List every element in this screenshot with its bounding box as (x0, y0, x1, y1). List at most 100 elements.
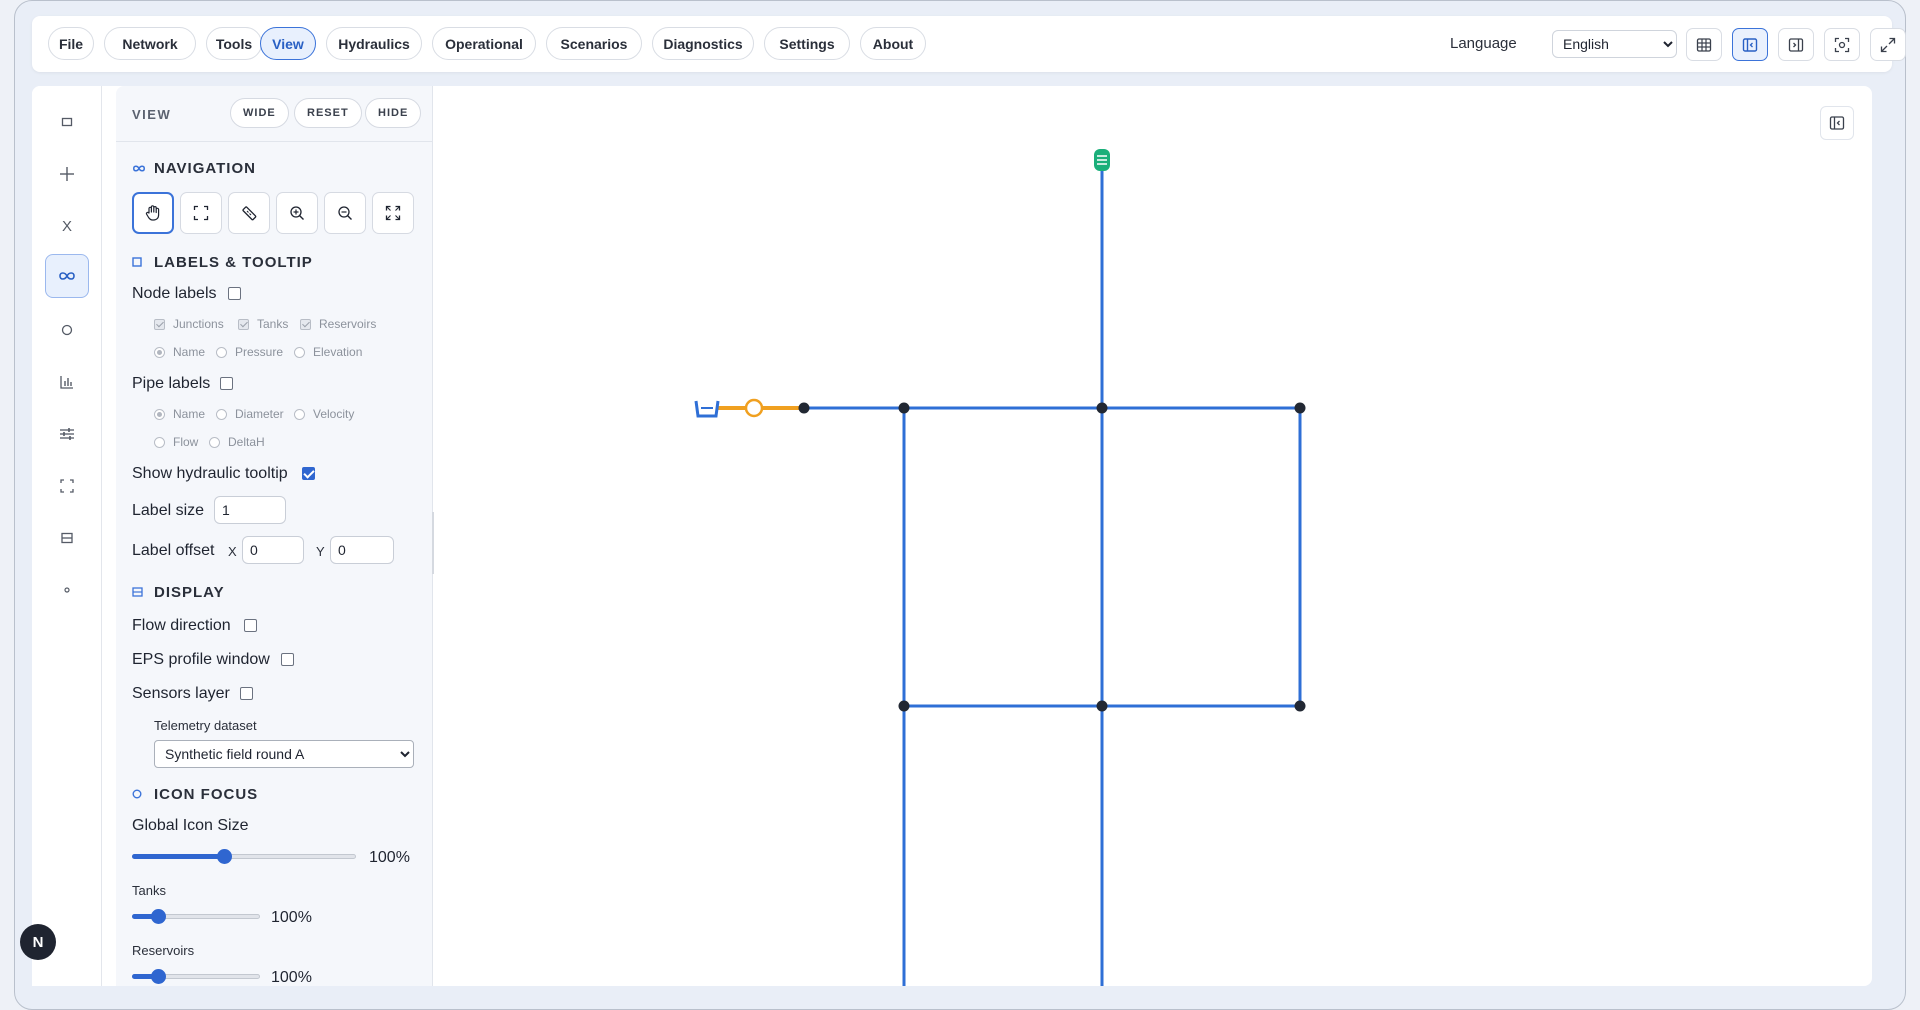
tanks-size-label: Tanks (132, 883, 166, 898)
pipe-flow-radio[interactable]: Flow (154, 435, 198, 449)
x-icon[interactable]: X (45, 204, 89, 248)
node-pressure-radio[interactable]: Pressure (216, 345, 283, 359)
menu-network[interactable]: Network (104, 27, 196, 60)
menu-hydraulics[interactable]: Hydraulics (326, 27, 422, 60)
junction-node (1096, 402, 1108, 414)
menu-operational[interactable]: Operational (432, 27, 536, 60)
expand-icon[interactable] (1870, 28, 1906, 61)
junction-node (898, 700, 910, 712)
labels-section-title: LABELS & TOOLTIP (132, 254, 313, 271)
icon-focus-title-text: ICON FOCUS (154, 786, 259, 803)
zoom-in-icon[interactable] (276, 192, 318, 234)
left-tool-rail: X (32, 86, 102, 986)
avatar[interactable]: N (20, 924, 56, 960)
pipe-labels-checkbox[interactable] (220, 377, 233, 390)
circle-icon (132, 788, 154, 802)
reservoirs-size-value: 100% (271, 969, 312, 986)
label-size-input[interactable] (214, 496, 286, 524)
global-icon-size-label: Global Icon Size (132, 817, 249, 834)
square-icon (132, 256, 154, 270)
pump-icon[interactable] (744, 398, 764, 418)
pipe-diameter-radio[interactable]: Diameter (216, 407, 284, 421)
panel-left-icon[interactable] (1732, 28, 1768, 61)
slider-thumb[interactable] (150, 969, 166, 984)
telemetry-dataset-select[interactable]: Synthetic field round A (154, 740, 414, 768)
junction-node (1096, 700, 1108, 712)
view-panel: VIEW WIDE RESET HIDE NAVIGATION LABELS &… (116, 86, 433, 986)
navigation-section-title: NAVIGATION (132, 160, 256, 177)
offset-x-label: X (228, 544, 237, 559)
reset-button[interactable]: RESET (294, 98, 362, 128)
fit-extent-icon[interactable] (372, 192, 414, 234)
node-name-radio[interactable]: Name (154, 345, 205, 359)
infinity-icon[interactable] (45, 254, 89, 298)
dot-icon[interactable] (45, 568, 89, 612)
wide-button[interactable]: WIDE (230, 98, 289, 128)
offset-x-input[interactable] (242, 536, 304, 564)
menu-about[interactable]: About (860, 27, 926, 60)
language-select[interactable]: English (1552, 30, 1677, 58)
menu-tools[interactable]: Tools (206, 27, 262, 60)
offset-y-input[interactable] (330, 536, 394, 564)
reservoirs-option[interactable]: Reservoirs (300, 317, 376, 331)
node-labels-checkbox[interactable] (228, 287, 241, 300)
square-icon[interactable] (45, 100, 89, 144)
pipe-name-radio[interactable]: Name (154, 407, 205, 421)
tank-icon[interactable] (1094, 149, 1110, 171)
node-elevation-radio[interactable]: Elevation (294, 345, 362, 359)
display-title-text: DISPLAY (154, 584, 225, 601)
junctions-option[interactable]: Junctions (154, 317, 224, 331)
telemetry-dataset-label: Telemetry dataset (154, 718, 257, 733)
pan-hand-icon[interactable] (132, 192, 174, 234)
junction-node (798, 402, 810, 414)
panel-title: VIEW (132, 107, 172, 122)
panel-resize-handle[interactable] (432, 512, 434, 574)
frame-icon[interactable] (45, 464, 89, 508)
labels-title-text: LABELS & TOOLTIP (154, 254, 313, 271)
hydraulic-tooltip-label: Show hydraulic tooltip (132, 465, 288, 482)
junction-node (898, 402, 910, 414)
menu-diagnostics[interactable]: Diagnostics (652, 27, 754, 60)
junction-nodes[interactable] (798, 402, 1306, 712)
eps-profile-checkbox[interactable] (281, 653, 294, 666)
pipe-velocity-radio[interactable]: Velocity (294, 407, 354, 421)
hydraulic-tooltip-checkbox[interactable] (302, 467, 315, 480)
eps-profile-label: EPS profile window (132, 651, 270, 668)
pipe-deltah-radio[interactable]: DeltaH (209, 435, 265, 449)
tanks-size-slider[interactable] (132, 909, 260, 924)
reservoir-icon[interactable] (694, 400, 720, 418)
panel-right-icon[interactable] (1778, 28, 1814, 61)
slider-thumb[interactable] (216, 849, 232, 864)
reservoirs-size-slider[interactable] (132, 969, 260, 984)
panel-header: VIEW WIDE RESET HIDE (116, 86, 433, 142)
network-pipes (804, 160, 1302, 986)
menu-view[interactable]: View (260, 27, 316, 60)
tanks-size-value: 100% (271, 909, 312, 926)
plus-icon[interactable] (45, 152, 89, 196)
language-label: Language (1450, 35, 1517, 52)
junction-node (1294, 700, 1306, 712)
sliders-icon[interactable] (45, 412, 89, 456)
junction-node (1294, 402, 1306, 414)
sensors-layer-label: Sensors layer (132, 685, 230, 702)
global-icon-size-slider[interactable] (132, 849, 356, 864)
canvas-panel-toggle-icon[interactable] (1820, 106, 1854, 140)
menu-scenarios[interactable]: Scenarios (546, 27, 642, 60)
circle-icon[interactable] (45, 308, 89, 352)
sensors-layer-checkbox[interactable] (240, 687, 253, 700)
tanks-option[interactable]: Tanks (238, 317, 288, 331)
table-icon[interactable] (1686, 28, 1722, 61)
focus-icon[interactable] (1824, 28, 1860, 61)
zoom-out-icon[interactable] (324, 192, 366, 234)
menu-settings[interactable]: Settings (764, 27, 850, 60)
flow-direction-checkbox[interactable] (244, 619, 257, 632)
bar-chart-icon[interactable] (45, 360, 89, 404)
layers-icon[interactable] (45, 516, 89, 560)
slider-thumb[interactable] (150, 909, 166, 924)
measure-ruler-icon[interactable] (228, 192, 270, 234)
menu-file[interactable]: File (48, 27, 94, 60)
top-menu-bar: File Network Tools View Hydraulics Opera… (32, 16, 1906, 72)
select-frame-icon[interactable] (180, 192, 222, 234)
navigation-title-text: NAVIGATION (154, 160, 256, 177)
hide-button[interactable]: HIDE (365, 98, 422, 128)
